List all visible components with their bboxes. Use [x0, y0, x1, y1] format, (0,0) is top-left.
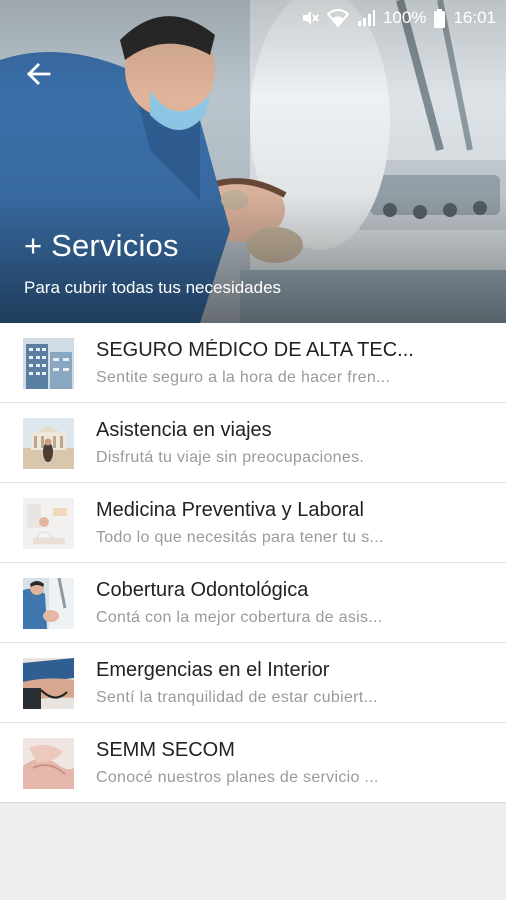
list-item-medicina-preventiva[interactable]: Medicina Preventiva y Laboral Todo lo qu…: [0, 483, 506, 563]
item-title: Cobertura Odontológica: [96, 579, 309, 601]
item-description: Conocé nuestros planes de servicio ...: [96, 769, 379, 786]
status-bar: 100% 16:01: [0, 0, 506, 36]
list-item-semm-secom[interactable]: SEMM SECOM Conocé nuestros planes de ser…: [0, 723, 506, 803]
dental-thumbnail: [23, 578, 74, 629]
services-list: SEGURO MÉDICO DE ALTA TEC... Sentite seg…: [0, 323, 506, 803]
holding-hands-thumbnail: [23, 738, 74, 789]
signal-icon: [357, 9, 375, 27]
preventive-medicine-thumbnail: [23, 498, 74, 549]
list-item-cobertura-odontologica[interactable]: Cobertura Odontológica Contá con la mejo…: [0, 563, 506, 643]
status-time: 16:01: [453, 8, 496, 27]
item-title: SEMM SECOM: [96, 739, 235, 761]
item-description: Contá con la mejor cobertura de asis...: [96, 609, 383, 626]
page-subtitle: Para cubrir todas tus necesidades: [24, 278, 282, 297]
battery-percent: 100%: [382, 8, 427, 27]
item-description: Sentí la tranquilidad de estar cubiert..…: [96, 689, 378, 706]
item-title: Emergencias en el Interior: [96, 659, 330, 681]
back-arrow-icon: [27, 63, 51, 85]
travel-thumbnail: [23, 418, 74, 469]
page-title: + Servicios: [24, 228, 179, 263]
banner-overlay: [0, 0, 506, 323]
battery-icon: [434, 8, 446, 28]
item-title: Asistencia en viajes: [96, 419, 272, 441]
list-item-seguro-medico[interactable]: SEGURO MÉDICO DE ALTA TEC... Sentite seg…: [0, 323, 506, 403]
item-description: Sentite seguro a la hora de hacer fren..…: [96, 369, 391, 386]
wifi-icon: [326, 9, 349, 27]
building-thumbnail: [23, 338, 74, 389]
list-item-asistencia-viajes[interactable]: Asistencia en viajes Disfrutá tu viaje s…: [0, 403, 506, 483]
back-button[interactable]: [18, 56, 58, 92]
mute-icon: [301, 9, 319, 27]
list-item-emergencias-interior[interactable]: Emergencias en el Interior Sentí la tran…: [0, 643, 506, 723]
item-description: Disfrutá tu viaje sin preocupaciones.: [96, 449, 365, 466]
emergency-thumbnail: [23, 658, 74, 709]
header-banner: 100% 16:01 + Servicios Para cubrir todas…: [0, 0, 506, 323]
item-title: Medicina Preventiva y Laboral: [96, 499, 364, 521]
item-title: SEGURO MÉDICO DE ALTA TEC...: [96, 339, 414, 361]
item-description: Todo lo que necesitás para tener tu s...: [96, 529, 384, 546]
